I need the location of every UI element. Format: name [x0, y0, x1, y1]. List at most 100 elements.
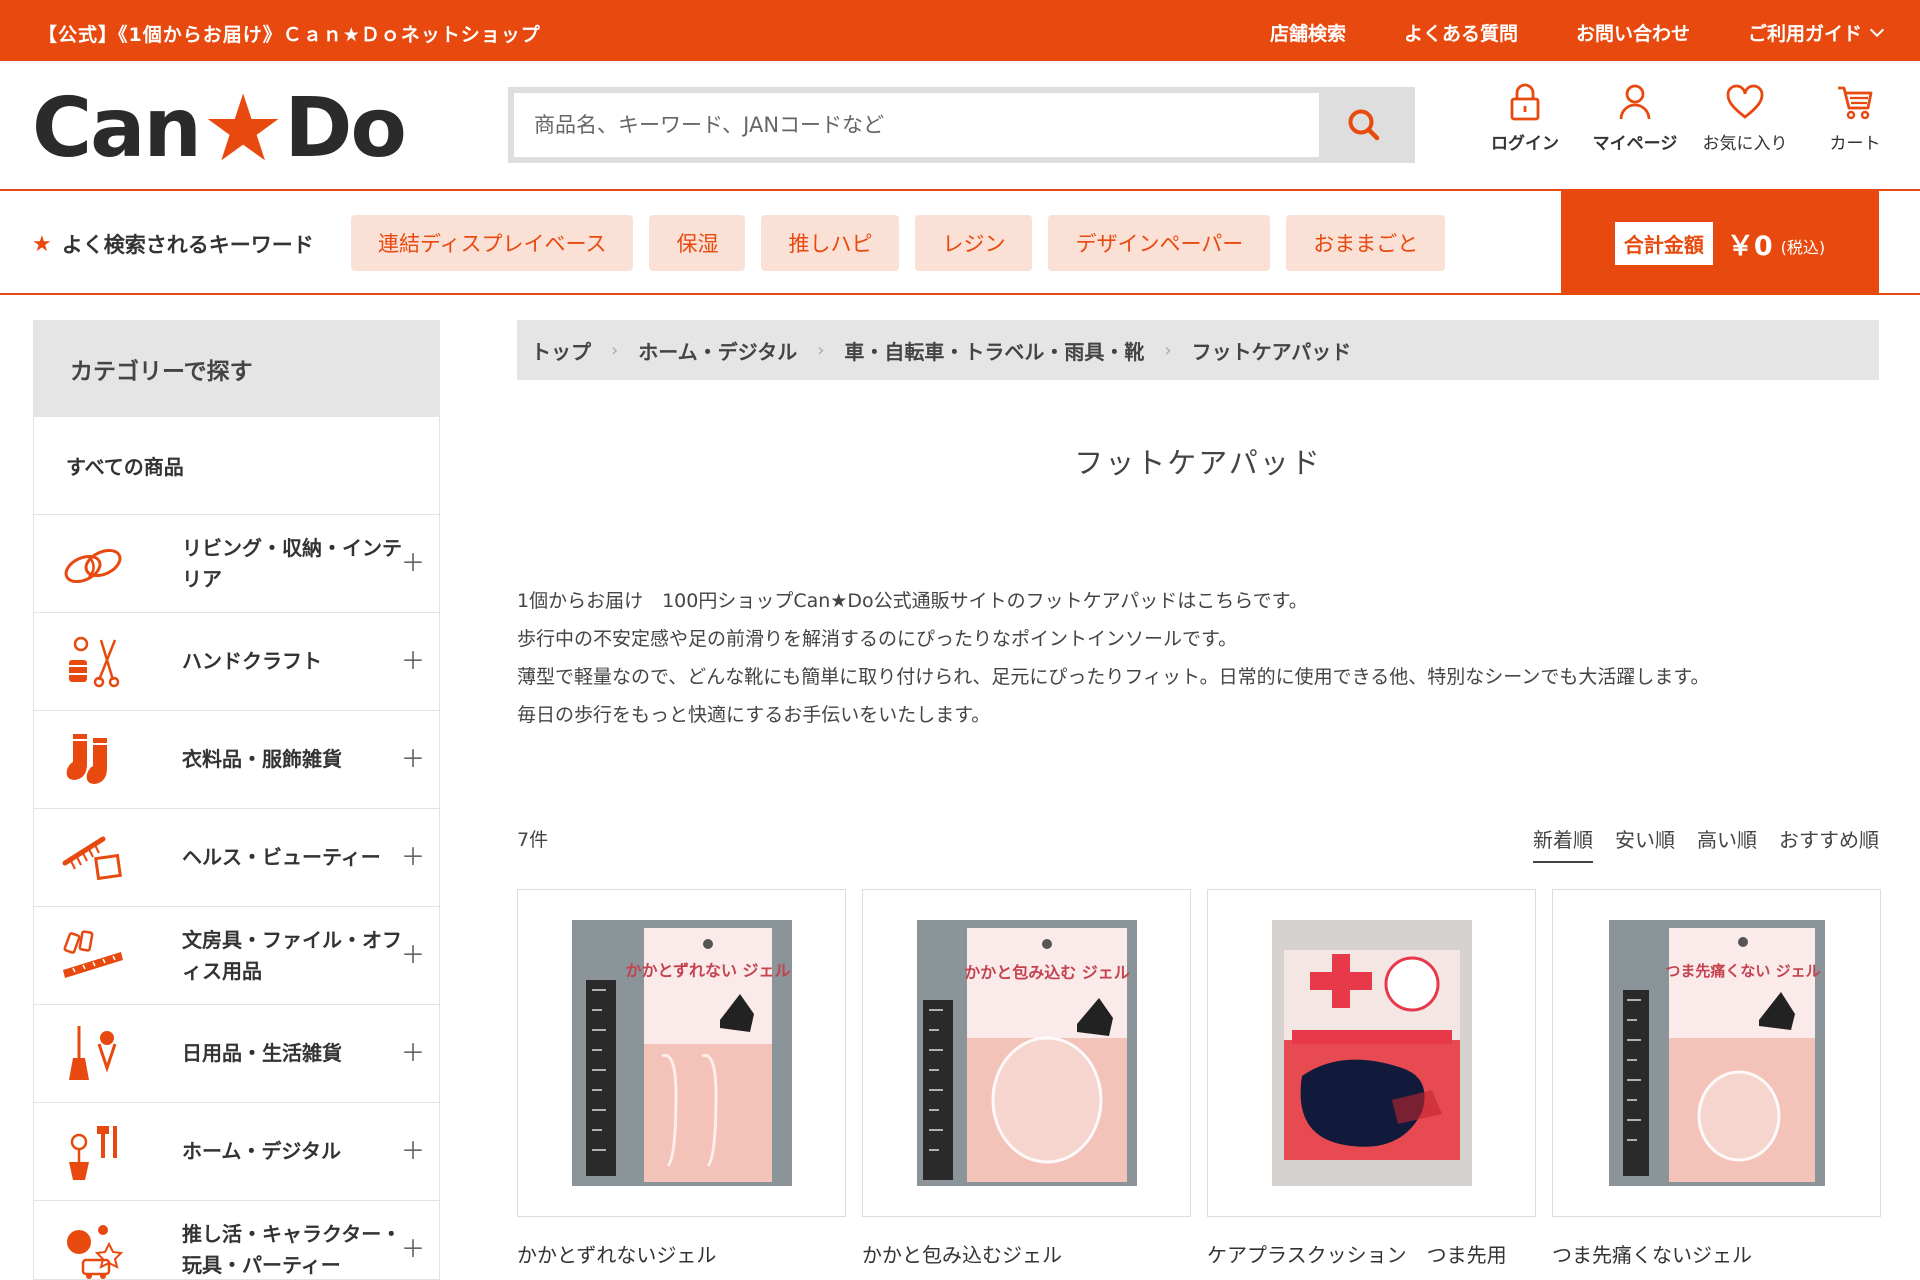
nav-guide-label: ご利用ガイド	[1747, 23, 1862, 45]
toys-icon	[67, 1224, 124, 1279]
cart-total-amount: ￥0	[1726, 230, 1773, 262]
sidebar-item-label: ヘルス・ビューティー	[182, 845, 381, 869]
sidebar-item-all[interactable]: すべての商品	[34, 417, 439, 515]
plus-icon[interactable]: ＋	[401, 747, 425, 771]
sidebar-item-label: ホーム・デジタル	[182, 1139, 341, 1163]
product-image[interactable]: かかとずれない ジェル	[517, 889, 846, 1217]
product-grid: かかとずれない ジェル かかとずれないジェル かかと包み込む ジェル かかと包み…	[517, 889, 1881, 1268]
nav-store-search[interactable]: 店舗検索	[1270, 19, 1346, 46]
logo[interactable]: Can ★ Do	[32, 75, 407, 182]
keyword-chip[interactable]: レジン	[915, 215, 1033, 271]
package-text: かかと包み込む ジェル	[964, 963, 1130, 982]
heart-icon	[1726, 84, 1764, 119]
mypage-link[interactable]: マイページ	[1580, 83, 1690, 154]
product-card[interactable]: つま先痛くない ジェル つま先痛くないジェル	[1552, 889, 1881, 1268]
gel-pad-package-image: かかとずれない ジェル	[571, 920, 792, 1186]
login-label: ログイン	[1491, 134, 1559, 154]
cart-total-tax: (税込)	[1780, 238, 1826, 257]
keyword-chip[interactable]: 推しハピ	[761, 215, 900, 271]
search-button[interactable]	[1319, 93, 1409, 157]
description-line: 1個からお届け 100円ショップCan★Do公式通販サイトのフットケアパッドはこ…	[517, 590, 1308, 612]
nav-contact[interactable]: お問い合わせ	[1576, 19, 1690, 46]
user-icon	[1619, 84, 1651, 120]
sort-price-high[interactable]: 高い順	[1697, 824, 1757, 863]
product-image[interactable]	[1207, 889, 1536, 1217]
sidebar-item-home-digital[interactable]: ホーム・デジタル ＋	[34, 1103, 439, 1201]
sidebar-item-daily-goods[interactable]: 日用品・生活雑貨 ＋	[34, 1005, 439, 1103]
cart-label: カート	[1829, 134, 1881, 154]
sidebar-title: カテゴリーで探す	[34, 320, 439, 417]
keyword-chip[interactable]: デザインペーパー	[1048, 215, 1271, 271]
sidebar-item-handcraft[interactable]: ハンドクラフト ＋	[34, 613, 439, 711]
logo-text-right: Do	[284, 80, 406, 176]
logo-text-left: Can	[32, 80, 202, 176]
header: Can★Do ログイン マイページ	[0, 61, 1920, 191]
sidebar-item-label: 文房具・ファイル・オフィス用品	[182, 927, 402, 983]
star-icon: ★	[32, 231, 52, 257]
product-card[interactable]: ケアプラスクッション つま先用	[1207, 889, 1536, 1268]
sort-newest[interactable]: 新着順	[1533, 824, 1593, 863]
breadcrumb-item[interactable]: 車・自転車・トラベル・雨具・靴	[844, 336, 1144, 365]
product-name[interactable]: つま先痛くないジェル	[1552, 1239, 1881, 1268]
keyword-title: ★ よく検索されるキーワード	[32, 229, 314, 259]
chevron-right-icon: ›	[1164, 339, 1172, 361]
plus-icon[interactable]: ＋	[401, 551, 425, 575]
breadcrumb-item[interactable]: トップ	[531, 336, 591, 365]
sidebar-item-label: ハンドクラフト	[182, 649, 322, 673]
description-line: 毎日の歩行をもっと快適にするお手伝いをいたします。	[517, 704, 991, 726]
sort-price-low[interactable]: 安い順	[1615, 824, 1675, 863]
plus-icon[interactable]: ＋	[401, 1041, 425, 1065]
product-image[interactable]: かかと包み込む ジェル	[862, 889, 1191, 1217]
sidebar-item-clothing[interactable]: 衣料品・服飾雑貨 ＋	[34, 711, 439, 809]
sort-options: 新着順 安い順 高い順 おすすめ順	[1533, 824, 1879, 863]
search-bar	[508, 87, 1415, 163]
cart-link[interactable]: カート	[1800, 83, 1910, 154]
plus-icon[interactable]: ＋	[401, 1237, 425, 1261]
stationery-icon	[63, 929, 123, 978]
keyword-chip[interactable]: 保湿	[649, 215, 746, 271]
category-description: 1個からお届け 100円ショップCan★Do公式通販サイトのフットケアパッドはこ…	[517, 582, 1879, 734]
product-card[interactable]: かかと包み込む ジェル かかと包み込むジェル	[862, 889, 1191, 1268]
sidebar-item-label: 衣料品・服飾雑貨	[182, 747, 342, 771]
keyword-chip[interactable]: おままごと	[1286, 215, 1446, 271]
plus-icon[interactable]: ＋	[401, 943, 425, 967]
package-text: かかとずれない ジェル	[625, 961, 790, 980]
sidebar-item-label: リビング・収納・インテリア	[182, 535, 402, 591]
search-input[interactable]	[514, 93, 1319, 157]
product-name[interactable]: かかとずれないジェル	[517, 1239, 846, 1268]
login-link[interactable]: ログイン	[1470, 83, 1580, 154]
sidebar-item-living[interactable]: リビング・収納・インテリア ＋	[34, 515, 439, 613]
product-name[interactable]: かかと包み込むジェル	[862, 1239, 1191, 1268]
socks-icon	[66, 733, 107, 784]
breadcrumb-current: フットケアパッド	[1191, 339, 1352, 364]
product-card[interactable]: かかとずれない ジェル かかとずれないジェル	[517, 889, 846, 1268]
description-line: 薄型で軽量なので、どんな靴にも簡単に取り付けられ、足元にぴったりフィット。日常的…	[517, 666, 1710, 688]
favorites-link[interactable]: お気に入り	[1690, 83, 1800, 154]
page-title: フットケアパッド	[1074, 446, 1322, 480]
craft-tools-icon	[69, 636, 120, 687]
breadcrumb-item[interactable]: ホーム・デジタル	[638, 336, 797, 365]
sidebar-item-oshikatsu[interactable]: 推し活・キャラクター・玩具・パーティー ＋	[34, 1201, 439, 1280]
cart-total[interactable]: 合計金額 ￥0 (税込)	[1561, 191, 1879, 295]
plus-icon[interactable]: ＋	[401, 1139, 425, 1163]
cart-total-label: 合計金額	[1614, 221, 1713, 265]
sidebar-item-label: 推し活・キャラクター・玩具・パーティー	[182, 1221, 402, 1277]
plus-icon[interactable]: ＋	[401, 845, 425, 869]
nav-guide[interactable]: ご利用ガイド	[1747, 19, 1885, 46]
plus-icon[interactable]: ＋	[401, 649, 425, 673]
sidebar-item-label: 日用品・生活雑貨	[182, 1041, 342, 1065]
home-tools-icon	[69, 1125, 117, 1180]
site-title[interactable]: 【公式】《1個からお届け》Ｃａｎ★Ｄｏネットショップ	[38, 20, 541, 47]
broom-icon	[69, 1025, 117, 1080]
lock-icon	[1510, 83, 1540, 121]
result-count: 7件	[517, 829, 549, 851]
product-image[interactable]: つま先痛くない ジェル	[1552, 889, 1881, 1217]
nav-faq[interactable]: よくある質問	[1404, 19, 1518, 46]
slippers-icon	[64, 548, 122, 583]
sidebar-item-stationery[interactable]: 文房具・ファイル・オフィス用品 ＋	[34, 907, 439, 1005]
sort-recommended[interactable]: おすすめ順	[1779, 824, 1879, 863]
sidebar-item-health-beauty[interactable]: ヘルス・ビューティー ＋	[34, 809, 439, 907]
product-name[interactable]: ケアプラスクッション つま先用	[1207, 1239, 1536, 1268]
keyword-chip[interactable]: 連結ディスプレイベース	[351, 215, 634, 271]
favorites-label: お気に入り	[1702, 134, 1788, 154]
